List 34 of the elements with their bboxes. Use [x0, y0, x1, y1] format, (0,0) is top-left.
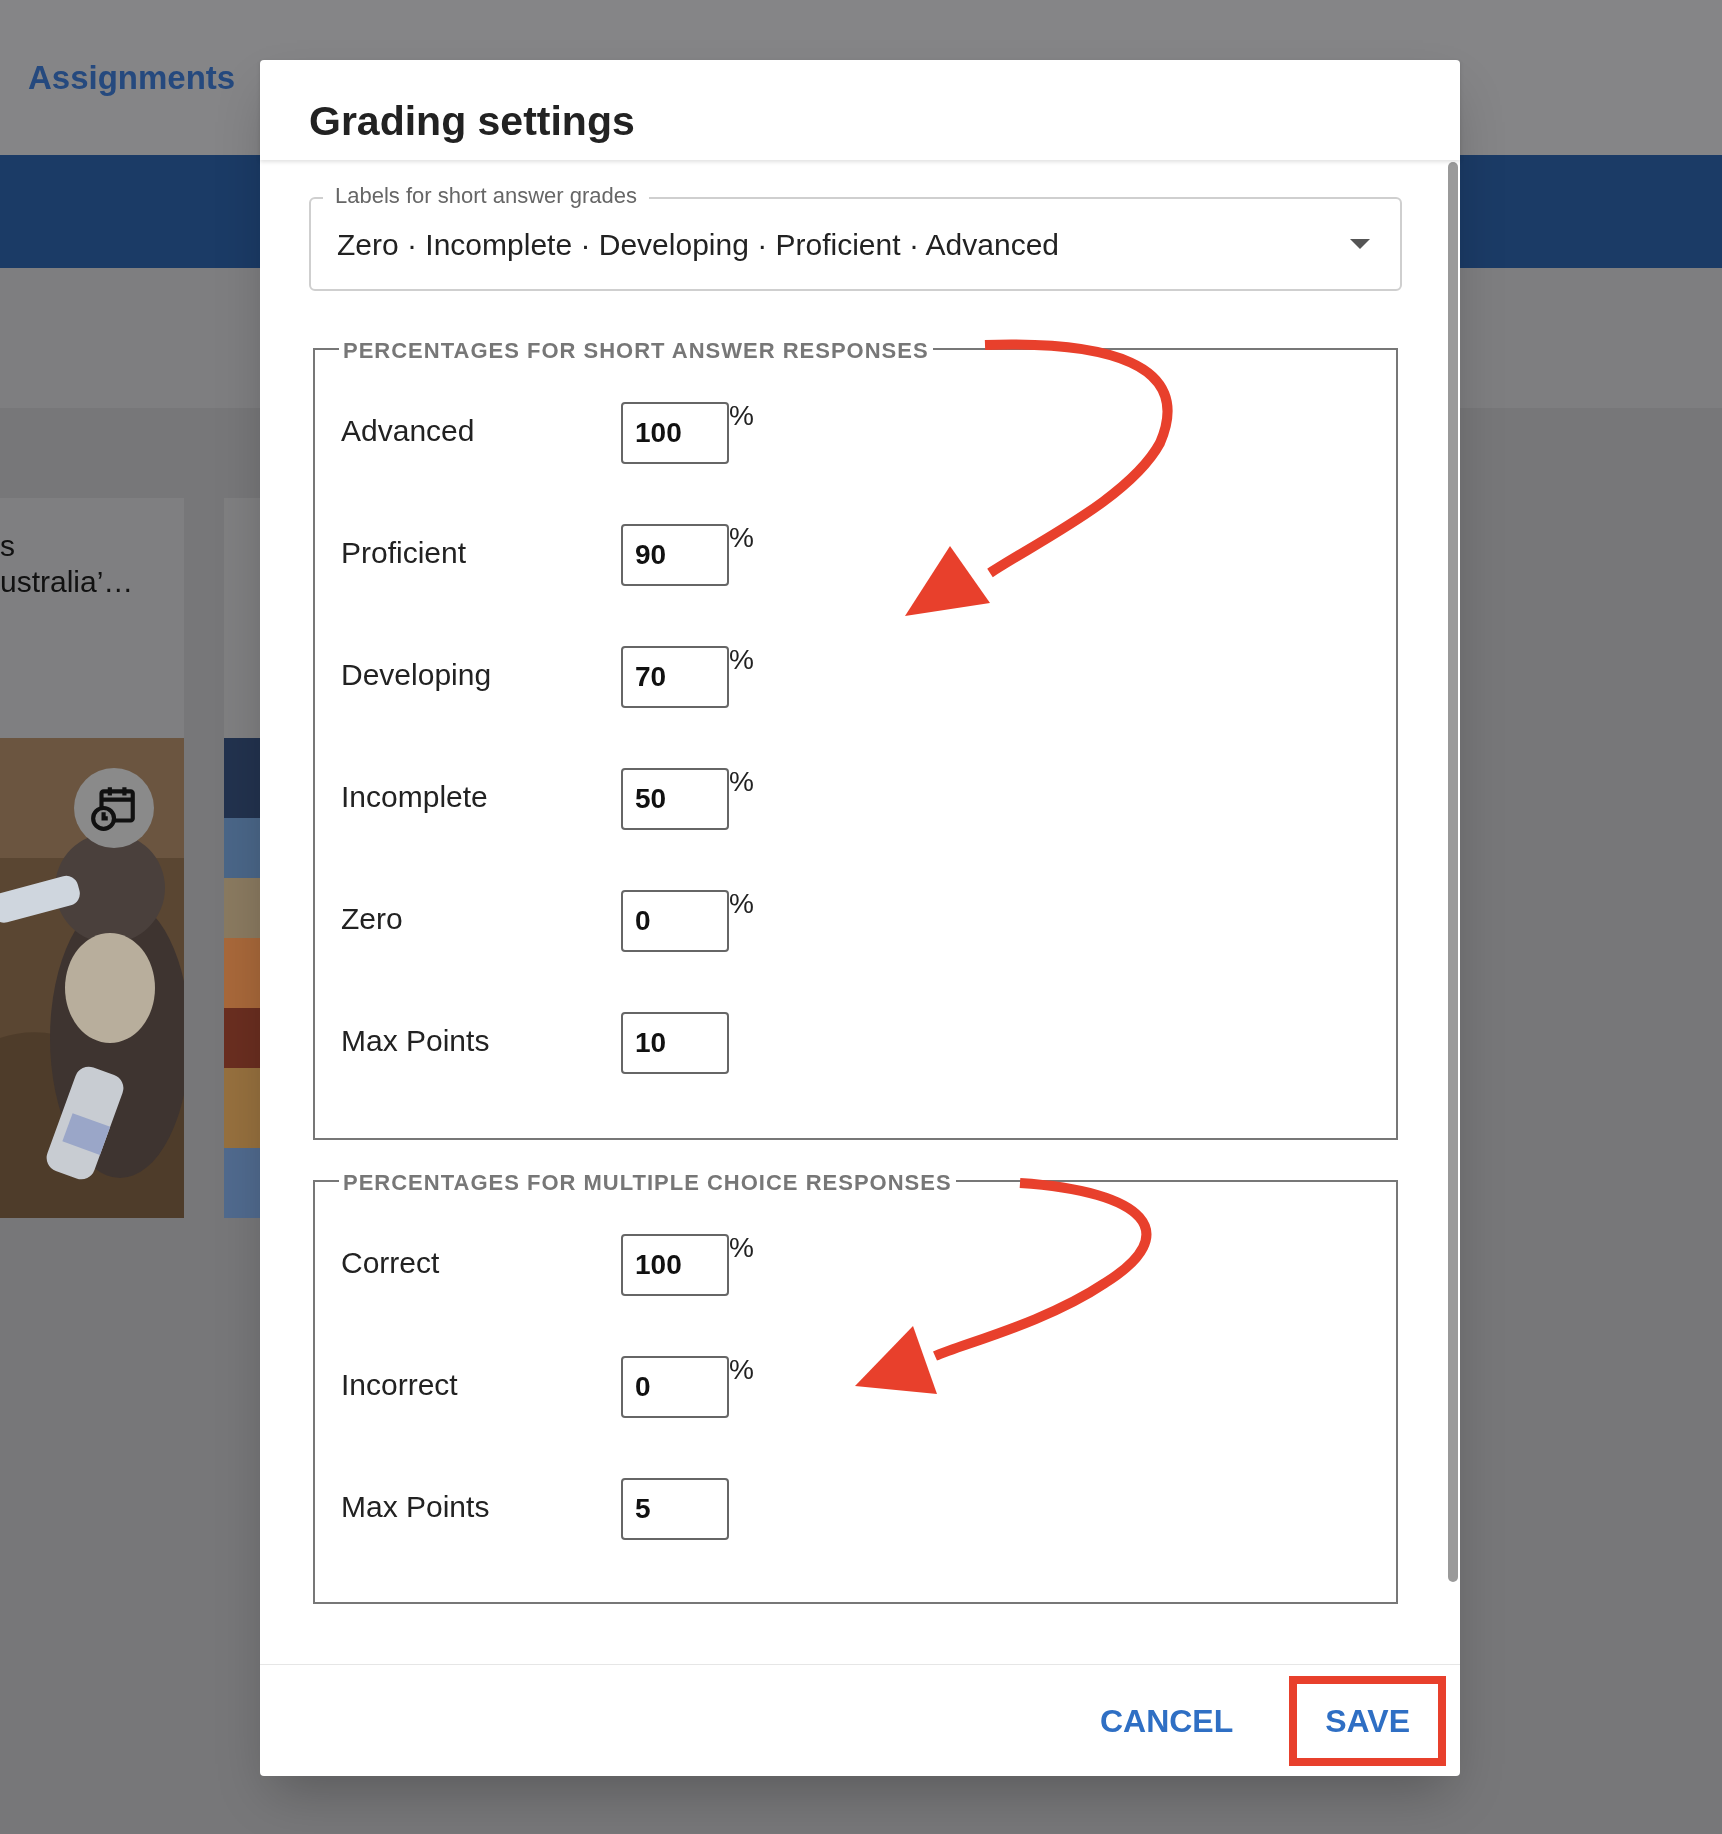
dialog-title: Grading settings: [309, 96, 635, 146]
percent-sign: %: [729, 646, 754, 674]
field-label: Max Points: [341, 1489, 491, 1525]
assignment-card[interactable]: [224, 498, 260, 1218]
percent-sign: %: [729, 1234, 754, 1262]
field-label: Incorrect: [341, 1367, 459, 1403]
field-label: Incomplete: [341, 779, 489, 815]
field-label: Proficient: [341, 535, 468, 571]
number-field[interactable]: 100: [621, 1234, 729, 1296]
field-label: Correct: [341, 1245, 441, 1281]
dropdown-caret-icon: [1350, 239, 1370, 249]
number-field[interactable]: 0: [621, 890, 729, 952]
percent-sign: %: [729, 524, 754, 552]
save-button[interactable]: SAVE: [1289, 1675, 1446, 1766]
number-field[interactable]: 70: [621, 646, 729, 708]
number-field[interactable]: 90: [621, 524, 729, 586]
percent-sign: %: [729, 890, 754, 918]
card-title: ustralia’…: [0, 564, 135, 600]
percent-sign: %: [729, 768, 754, 796]
number-field[interactable]: 0: [621, 1356, 729, 1418]
scrollbar[interactable]: [1448, 162, 1458, 1582]
field-label: Advanced: [341, 413, 476, 449]
percent-sign: %: [729, 402, 754, 430]
select-value: Zero · Incomplete · Developing · Proficient · Advanced: [337, 226, 1059, 263]
field-label: Developing: [341, 657, 493, 693]
number-field[interactable]: 50: [621, 768, 729, 830]
percent-sign: %: [729, 1356, 754, 1384]
number-field[interactable]: 5: [621, 1478, 729, 1540]
number-field[interactable]: 100: [621, 402, 729, 464]
number-field[interactable]: 10: [621, 1012, 729, 1074]
assignment-card[interactable]: s ustralia’…: [0, 498, 184, 1218]
field-label: Zero: [341, 901, 404, 937]
card-title: s: [0, 528, 16, 564]
field-label: Max Points: [341, 1023, 491, 1059]
